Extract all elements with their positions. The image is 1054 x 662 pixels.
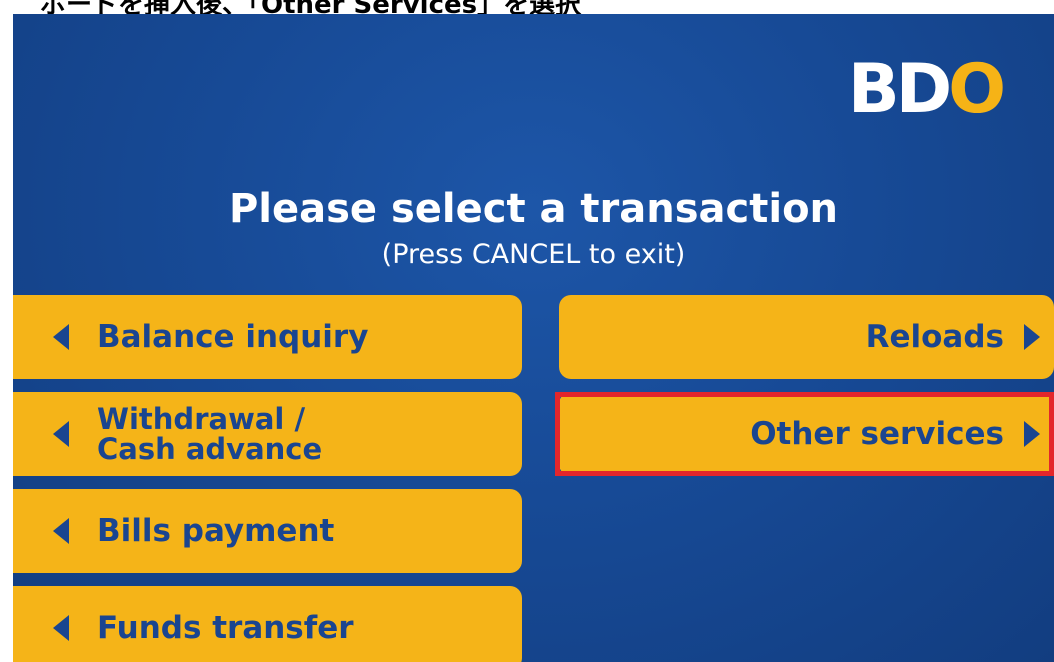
triangle-right-icon [1024, 324, 1040, 350]
reloads-button[interactable]: Reloads [559, 295, 1054, 379]
withdrawal-cash-advance-label: Withdrawal / Cash advance [97, 401, 323, 466]
bills-payment-button[interactable]: Bills payment [13, 489, 522, 573]
triangle-left-icon [53, 324, 69, 350]
triangle-left-icon [53, 518, 69, 544]
page-subtitle: (Press CANCEL to exit) [381, 239, 686, 270]
other-services-button[interactable]: Other services [559, 392, 1054, 476]
triangle-left-icon [53, 615, 69, 641]
other-services-label: Other services [750, 415, 1004, 452]
balance-inquiry-label: Balance inquiry [97, 318, 369, 355]
reloads-label: Reloads [865, 318, 1004, 355]
instruction-caption: ボードを挿入後、「Other Services」を選択 [0, 0, 1054, 14]
funds-transfer-label: Funds transfer [97, 609, 354, 646]
withdrawal-cash-advance-button[interactable]: Withdrawal / Cash advance [13, 392, 522, 476]
instruction-caption-text: ボードを挿入後、「Other Services」を選択 [40, 0, 581, 14]
bills-payment-label: Bills payment [97, 512, 335, 549]
triangle-right-icon [1024, 421, 1040, 447]
funds-transfer-button[interactable]: Funds transfer [13, 586, 522, 662]
balance-inquiry-button[interactable]: Balance inquiry [13, 295, 522, 379]
bdo-logo: BDO [847, 50, 1006, 129]
atm-screen: BDO Please select a transaction (Press C… [13, 14, 1054, 662]
triangle-left-icon [53, 421, 69, 447]
page-title: Please select a transaction [228, 186, 839, 232]
